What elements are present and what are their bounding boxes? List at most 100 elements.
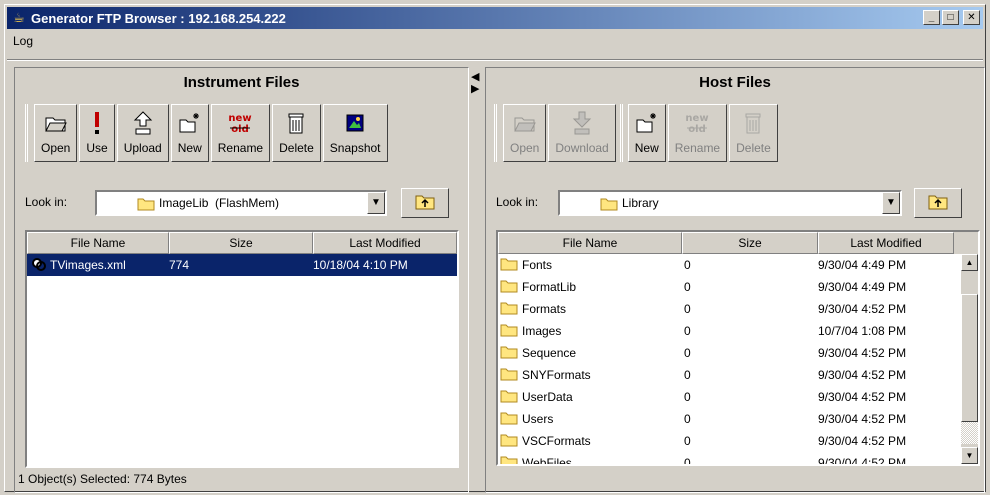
column-size[interactable]: Size xyxy=(169,232,313,254)
file-modified: 9/30/04 4:52 PM xyxy=(818,302,907,316)
combo-dropdown-button[interactable]: ▼ xyxy=(882,192,900,214)
table-row[interactable]: TVimages.xml 774 10/18/04 4:10 PM xyxy=(27,254,457,276)
file-name: UserData xyxy=(522,390,573,404)
table-row[interactable]: Formats 0 9/30/04 4:52 PM xyxy=(498,298,978,320)
look-in-combo[interactable]: ImageLib (FlashMem) ▼ xyxy=(95,190,387,216)
rename-icon: new old xyxy=(226,109,254,137)
scroll-up-button[interactable]: ▲ xyxy=(961,254,978,271)
scroll-down-icon: ▼ xyxy=(965,451,974,460)
vertical-scrollbar[interactable]: ▲ ▼ xyxy=(961,254,978,464)
folder-icon xyxy=(500,433,518,450)
trash-icon xyxy=(744,109,762,137)
upload-icon xyxy=(133,109,153,137)
file-name: WebFiles xyxy=(522,456,572,466)
close-icon: ✕ xyxy=(967,12,976,23)
look-in-value: ImageLib (FlashMem) xyxy=(159,196,280,210)
table-row[interactable]: UserData 0 9/30/04 4:52 PM xyxy=(498,386,978,408)
folder-icon xyxy=(500,257,518,274)
file-name-cell: Users xyxy=(498,411,682,428)
file-name: Formats xyxy=(522,302,567,316)
folder-icon xyxy=(500,323,518,340)
chevron-down-icon: ▼ xyxy=(371,197,381,208)
file-name: FormatLib xyxy=(522,280,577,294)
table-row[interactable]: WebFiles 0 9/30/04 4:52 PM xyxy=(498,452,978,466)
split-pane-divider[interactable]: ◀ ▶ xyxy=(471,71,483,95)
parent-folder-button[interactable] xyxy=(401,188,449,218)
host-rename-button[interactable]: new old Rename xyxy=(667,104,728,162)
scroll-track[interactable] xyxy=(961,422,978,444)
folder-icon xyxy=(500,279,518,296)
open-folder-icon xyxy=(513,109,536,137)
trash-icon xyxy=(287,109,305,137)
host-open-button[interactable]: Open xyxy=(503,104,547,162)
new-button[interactable]: New xyxy=(170,104,209,162)
host-new-button[interactable]: New xyxy=(627,104,666,162)
table-row[interactable]: FormatLib 0 9/30/04 4:49 PM xyxy=(498,276,978,298)
combo-dropdown-button[interactable]: ▼ xyxy=(367,192,385,214)
table-row[interactable]: Images 0 10/7/04 1:08 PM xyxy=(498,320,978,342)
column-file-name[interactable]: File Name xyxy=(498,232,682,254)
open-label: Open xyxy=(510,141,540,155)
maximize-button[interactable]: □ xyxy=(942,10,959,25)
file-name: Sequence xyxy=(522,346,577,360)
scroll-down-button[interactable]: ▼ xyxy=(961,447,978,464)
file-name-cell: SNYFormats xyxy=(498,367,682,384)
collapse-right-icon[interactable]: ▶ xyxy=(471,83,483,95)
look-in-row: Look in: ImageLib (FlashMem) ▼ xyxy=(25,188,465,218)
menu-log[interactable]: Log xyxy=(13,34,33,48)
rename-button[interactable]: new old Rename xyxy=(210,104,271,162)
file-size: 0 xyxy=(684,346,691,360)
title-bar[interactable]: ☕ Generator FTP Browser : 192.168.254.22… xyxy=(7,7,983,29)
file-modified: 9/30/04 4:52 PM xyxy=(818,390,907,404)
file-size: 0 xyxy=(684,434,691,448)
host-files-panel: Host Files Open Download New new old Ren… xyxy=(485,67,985,493)
file-name-cell: Images xyxy=(498,323,682,340)
use-button[interactable]: Use xyxy=(79,104,115,162)
table-row[interactable]: Fonts 0 9/30/04 4:49 PM xyxy=(498,254,978,276)
table-row[interactable]: VSCFormats 0 9/30/04 4:52 PM xyxy=(498,430,978,452)
ftp-browser-window: ☕ Generator FTP Browser : 192.168.254.22… xyxy=(4,4,986,493)
column-last-modified[interactable]: Last Modified xyxy=(313,232,457,254)
host-toolbar: Open Download New new old Rename Delete xyxy=(494,104,778,162)
table-row[interactable]: SNYFormats 0 9/30/04 4:52 PM xyxy=(498,364,978,386)
scroll-thumb[interactable] xyxy=(961,294,978,422)
file-modified: 10/18/04 4:10 PM xyxy=(313,258,408,272)
file-name: SNYFormats xyxy=(522,368,591,382)
host-parent-folder-button[interactable] xyxy=(914,188,962,218)
window-title: Generator FTP Browser : 192.168.254.222 xyxy=(31,11,286,26)
folder-icon xyxy=(500,455,518,464)
file-name: Fonts xyxy=(522,258,553,272)
download-icon xyxy=(572,109,592,137)
host-delete-button[interactable]: Delete xyxy=(729,104,778,162)
column-last-modified[interactable]: Last Modified xyxy=(818,232,954,254)
svg-text:new: new xyxy=(229,113,252,124)
column-size[interactable]: Size xyxy=(682,232,818,254)
snapshot-label: Snapshot xyxy=(329,141,381,155)
upload-button[interactable]: Upload xyxy=(116,104,169,162)
new-folder-icon xyxy=(636,109,658,137)
file-modified: 10/7/04 1:08 PM xyxy=(818,324,907,338)
table-row[interactable]: Sequence 0 9/30/04 4:52 PM xyxy=(498,342,978,364)
file-modified: 9/30/04 4:52 PM xyxy=(818,456,907,466)
table-row[interactable]: Users 0 9/30/04 4:52 PM xyxy=(498,408,978,430)
file-size: 774 xyxy=(169,258,190,272)
folder-icon xyxy=(500,345,518,362)
delete-button[interactable]: Delete xyxy=(272,104,321,162)
file-name-cell: Fonts xyxy=(498,257,682,274)
file-size: 0 xyxy=(684,302,691,316)
instrument-file-table: File Name Size Last Modified TVimages.xm… xyxy=(25,230,459,468)
new-label: New xyxy=(177,141,202,155)
host-look-in-combo[interactable]: Library ▼ xyxy=(558,190,902,216)
file-size: 0 xyxy=(684,368,691,382)
snapshot-button[interactable]: Snapshot xyxy=(322,104,388,162)
collapse-left-icon[interactable]: ◀ xyxy=(471,71,483,83)
xml-file-icon xyxy=(31,256,47,275)
file-name: VSCFormats xyxy=(522,434,591,448)
download-button[interactable]: Download xyxy=(548,104,616,162)
file-modified: 9/30/04 4:49 PM xyxy=(818,258,907,272)
open-button[interactable]: Open xyxy=(34,104,78,162)
minimize-button[interactable]: _ xyxy=(923,10,940,25)
close-button[interactable]: ✕ xyxy=(963,10,980,25)
column-file-name[interactable]: File Name xyxy=(27,232,169,254)
folder-icon xyxy=(500,367,518,384)
